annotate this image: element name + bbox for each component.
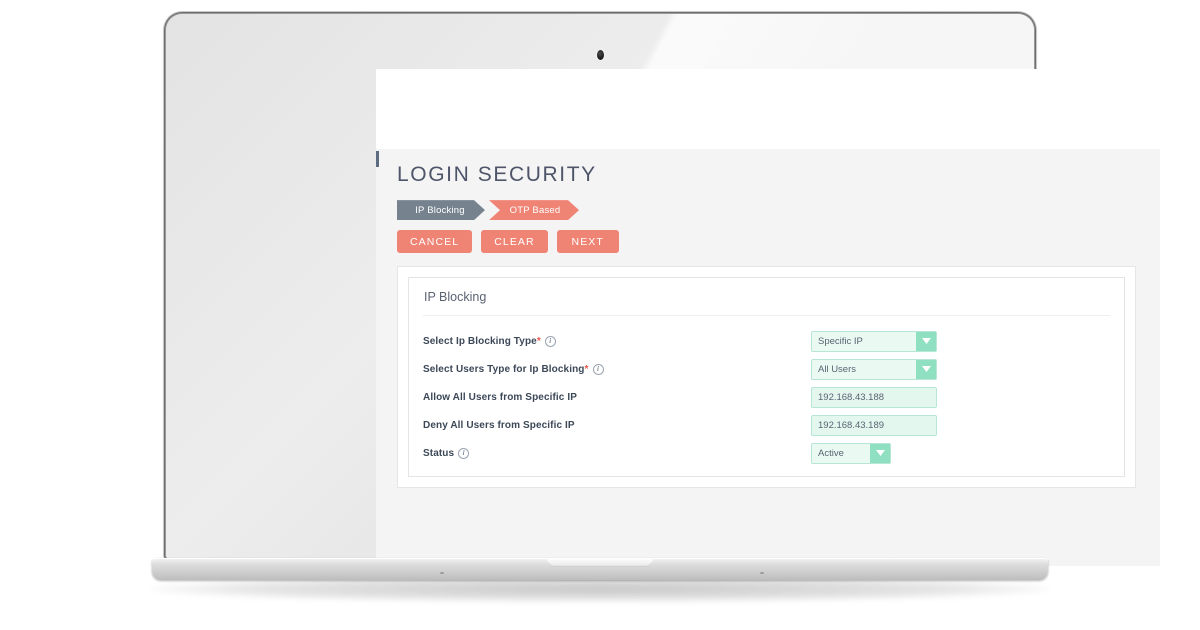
form-field-list: Select Ip Blocking Type* i Specific IP S…: [423, 316, 1110, 467]
step-otp-based-label: OTP Based: [509, 204, 561, 216]
laptop-lid: LOGIN SECURITY IP Blocking OTP Based CAN…: [166, 14, 1160, 566]
form-row: Select Ip Blocking Type* i Specific IP: [423, 327, 1110, 355]
field-label-status: Status i: [423, 447, 811, 459]
info-icon[interactable]: i: [592, 363, 604, 375]
field-label-text: Select Ip Blocking Type: [423, 335, 537, 347]
field-label-text: Select Users Type for Ip Blocking: [423, 363, 585, 375]
field-label-allow-ip: Allow All Users from Specific IP: [423, 392, 811, 403]
chevron-down-icon[interactable]: [870, 443, 890, 463]
step-ip-blocking-label: IP Blocking: [415, 204, 465, 216]
deny-ip-input[interactable]: [811, 414, 937, 436]
page-header-blank: [376, 69, 1160, 149]
form-row: Deny All Users from Specific IP: [423, 411, 1110, 439]
info-icon[interactable]: i: [458, 447, 470, 459]
cancel-button[interactable]: CANCEL: [397, 230, 473, 254]
allow-ip-input[interactable]: [811, 386, 937, 408]
form-row: Status i Active: [423, 439, 1110, 467]
select-status-value: Active: [818, 447, 844, 459]
field-label-deny-ip: Deny All Users from Specific IP: [423, 420, 811, 431]
select-users-type-value: All Users: [818, 363, 857, 375]
step-otp-based[interactable]: OTP Based: [489, 200, 579, 220]
select-users-type[interactable]: All Users: [811, 358, 937, 380]
screenshot-stage: LOGIN SECURITY IP Blocking OTP Based CAN…: [0, 0, 1200, 630]
chevron-down-icon[interactable]: [916, 331, 936, 351]
clear-button[interactable]: CLEAR: [481, 230, 548, 254]
select-status[interactable]: Active: [811, 442, 891, 464]
required-asterisk: *: [584, 363, 589, 375]
step-ip-blocking[interactable]: IP Blocking: [397, 200, 485, 220]
next-button[interactable]: NEXT: [556, 230, 619, 254]
field-control: [811, 386, 937, 408]
form-card: IP Blocking Select Ip Blocking Type* i S…: [397, 266, 1136, 489]
select-ip-blocking-type[interactable]: Specific IP: [811, 330, 937, 352]
laptop-screen: LOGIN SECURITY IP Blocking OTP Based CAN…: [376, 69, 1160, 566]
page-body: LOGIN SECURITY IP Blocking OTP Based CAN…: [376, 149, 1160, 566]
select-ip-blocking-type-value: Specific IP: [818, 335, 863, 347]
info-icon[interactable]: i: [544, 335, 556, 347]
field-label-text: Deny All Users from Specific IP: [423, 419, 575, 431]
field-label-ip-blocking-type: Select Ip Blocking Type* i: [423, 335, 811, 347]
webcam-icon: [596, 50, 604, 60]
action-button-row: CANCEL CLEAR NEXT: [388, 220, 1148, 254]
page-content: LOGIN SECURITY IP Blocking OTP Based CAN…: [376, 149, 1160, 489]
chevron-down-icon[interactable]: [916, 359, 936, 379]
form-panel: IP Blocking Select Ip Blocking Type* i S…: [408, 277, 1125, 478]
laptop-base-notch: [546, 558, 654, 567]
panel-title: IP Blocking: [423, 278, 1110, 317]
required-asterisk: *: [536, 335, 541, 347]
page-title: LOGIN SECURITY: [397, 163, 597, 186]
field-control: Specific IP: [811, 330, 937, 352]
left-edge-marker: [376, 151, 379, 167]
form-row: Select Users Type for Ip Blocking* i All …: [423, 355, 1110, 383]
field-label-users-type: Select Users Type for Ip Blocking* i: [423, 363, 811, 375]
field-label-text: Status: [423, 447, 455, 459]
form-row: Allow All Users from Specific IP: [423, 383, 1110, 411]
field-control: Active: [811, 442, 891, 464]
step-breadcrumb: IP Blocking OTP Based: [388, 186, 1148, 220]
field-control: All Users: [811, 358, 937, 380]
field-label-text: Allow All Users from Specific IP: [423, 391, 577, 403]
base-foot-dot-right: [760, 572, 764, 574]
base-foot-dot-left: [440, 572, 444, 574]
field-control: [811, 414, 937, 436]
